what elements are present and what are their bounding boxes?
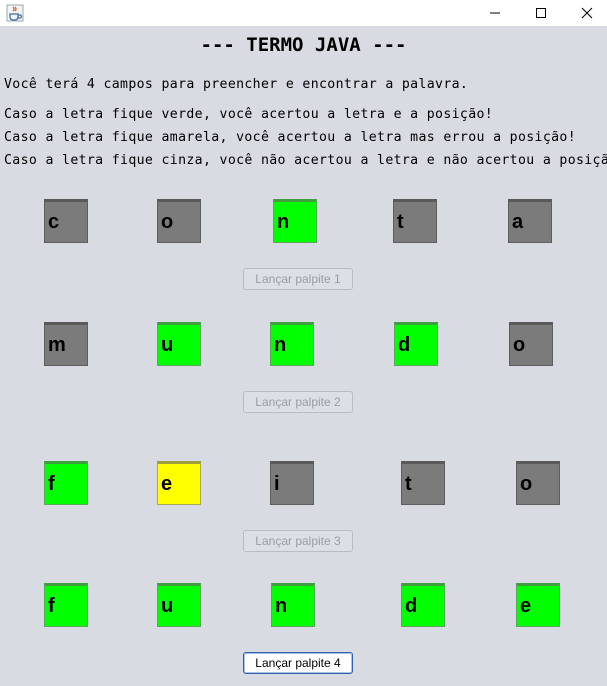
close-icon bbox=[581, 7, 593, 19]
guess-4-letter-5: e bbox=[516, 583, 560, 627]
minimize-icon bbox=[490, 12, 500, 14]
guess-2-letter-3: n bbox=[270, 322, 314, 366]
guess-2-letter-5: o bbox=[509, 322, 553, 366]
guess-1-letter-2: o bbox=[157, 199, 201, 243]
guess-3-letter-2: e bbox=[157, 461, 201, 505]
submit-guess-2-button[interactable]: Lançar palpite 2 bbox=[243, 391, 353, 413]
guess-4-letter-4: d bbox=[401, 583, 445, 627]
java-cup-icon bbox=[6, 4, 24, 22]
guess-4-letter-2: u bbox=[157, 583, 201, 627]
guess-1-letter-5: a bbox=[508, 199, 552, 243]
guess-2-letter-4: d bbox=[394, 322, 438, 366]
close-button[interactable] bbox=[564, 0, 607, 26]
maximize-button[interactable] bbox=[518, 0, 564, 26]
maximize-icon bbox=[536, 8, 546, 18]
instruction-green: Caso a letra fique verde, você acertou a… bbox=[4, 107, 494, 122]
guess-3-letter-1: f bbox=[44, 461, 88, 505]
guess-3-letter-4: t bbox=[401, 461, 445, 505]
guess-3-letter-3: i bbox=[270, 461, 314, 505]
submit-guess-1-button[interactable]: Lançar palpite 1 bbox=[243, 268, 353, 290]
guess-1-letter-4: t bbox=[393, 199, 437, 243]
instruction-yellow: Caso a letra fique amarela, você acertou… bbox=[4, 130, 576, 145]
game-panel: --- TERMO JAVA --- Você terá 4 campos pa… bbox=[0, 26, 607, 686]
guess-4-letter-1: f bbox=[44, 583, 88, 627]
submit-guess-3-button[interactable]: Lançar palpite 3 bbox=[243, 530, 353, 552]
guess-1-letter-1: c bbox=[44, 199, 88, 243]
instruction-gray: Caso a letra fique cinza, você não acert… bbox=[4, 153, 607, 168]
title-bar bbox=[0, 0, 607, 26]
guess-4-letter-3: n bbox=[271, 583, 315, 627]
guess-2-letter-2: u bbox=[157, 322, 201, 366]
guess-1-letter-3: n bbox=[273, 199, 317, 243]
guess-2-letter-1: m bbox=[44, 322, 88, 366]
guess-3-letter-5: o bbox=[516, 461, 560, 505]
submit-guess-4-button[interactable]: Lançar palpite 4 bbox=[243, 652, 353, 674]
minimize-button[interactable] bbox=[472, 0, 518, 26]
page-title: --- TERMO JAVA --- bbox=[200, 34, 407, 56]
instruction-intro: Você terá 4 campos para preencher e enco… bbox=[4, 77, 469, 92]
